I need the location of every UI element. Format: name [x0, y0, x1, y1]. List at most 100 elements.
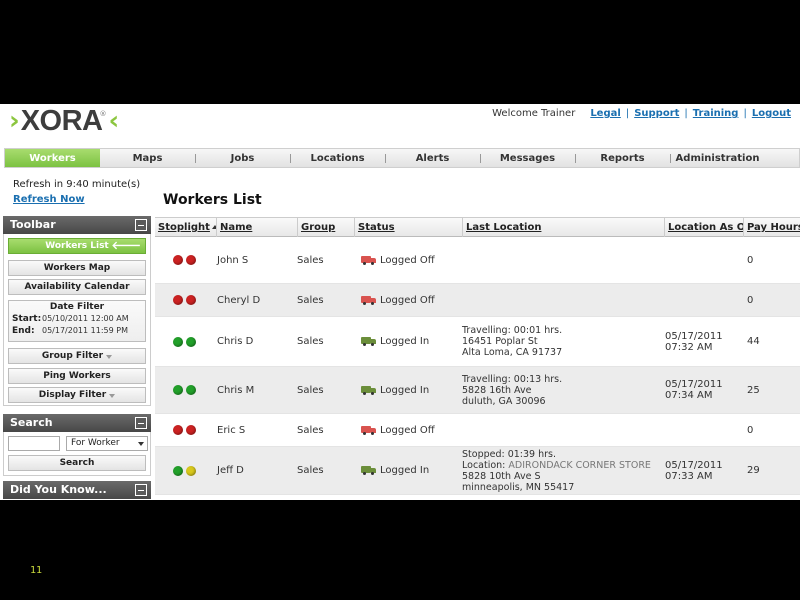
table-row[interactable]: Chris D Sales Logged In Travelling: 00:01 h…: [155, 317, 800, 367]
refresh-countdown: Refresh in 9:40 minute(s): [13, 179, 141, 190]
truck-icon: [361, 466, 376, 475]
did-you-know-title: Did You Know...: [10, 483, 107, 496]
worker-group: Sales: [297, 384, 324, 396]
slide-number: 11: [30, 565, 43, 576]
workers-map-button[interactable]: Workers Map: [8, 260, 146, 276]
ping-workers-button[interactable]: Ping Workers: [8, 368, 146, 384]
collapse-icon[interactable]: [135, 484, 147, 496]
worker-status: Logged Off: [360, 414, 435, 446]
legal-link[interactable]: Legal: [585, 108, 626, 119]
col-last-location[interactable]: Last Location: [462, 218, 664, 237]
start-value: 05/10/2011 12:00 AM: [42, 314, 129, 323]
worker-group: Sales: [297, 254, 324, 266]
worker-name: Eric S: [217, 424, 246, 436]
group-filter-button[interactable]: Group Filter: [8, 348, 146, 364]
stoplight-dot-icon: [186, 336, 196, 347]
location-as-of: 05/17/2011 07:34 AM: [665, 379, 723, 401]
worker-name: John S: [217, 254, 249, 266]
stoplight: [173, 367, 199, 413]
pay-hours: 44: [747, 336, 760, 347]
status-text: Logged Off: [380, 254, 435, 266]
workers-table-header: Stoplight Name Group Status Last Locatio…: [155, 217, 800, 237]
workers-list-label: Workers List: [45, 241, 109, 251]
col-stoplight[interactable]: Stoplight: [155, 218, 216, 237]
col-location-as-of[interactable]: Location As Of: [664, 218, 743, 237]
stoplight-dot-icon: [173, 385, 183, 395]
start-label: Start:: [12, 314, 42, 324]
availability-calendar-button[interactable]: Availability Calendar: [8, 279, 146, 295]
worker-status: Logged In: [360, 367, 429, 413]
stoplight-dot-icon: [186, 255, 196, 265]
worker-name: Cheryl D: [217, 294, 261, 306]
arrow-left-icon: 🡐: [111, 239, 142, 252]
pay-hours: 0: [747, 254, 754, 266]
date-filter-title: Date Filter: [49, 302, 105, 312]
stoplight: [173, 317, 199, 366]
tab-locations[interactable]: Locations: [290, 149, 385, 167]
training-link[interactable]: Training: [688, 108, 744, 119]
worker-group: Sales: [297, 424, 324, 436]
table-row[interactable]: John S Sales Logged Off 0: [155, 237, 800, 284]
date-filter-end: End: 05/17/2011 11:59 PM: [12, 326, 145, 336]
collapse-icon[interactable]: [135, 219, 147, 231]
stoplight-dot-icon: [186, 385, 196, 395]
table-row[interactable]: Eric S Sales Logged Off 0: [155, 414, 800, 447]
col-name[interactable]: Name: [216, 218, 297, 237]
stoplight-dot-icon: [173, 255, 183, 265]
stoplight-dot-icon: [173, 425, 183, 435]
did-you-know-panel-header: Did You Know...: [3, 481, 151, 499]
stoplight: [173, 414, 199, 446]
logout-link[interactable]: Logout: [747, 108, 796, 119]
truck-icon: [361, 255, 376, 265]
table-row[interactable]: Cheryl D Sales Logged Off 0: [155, 284, 800, 317]
end-value: 05/17/2011 11:59 PM: [42, 326, 128, 335]
dropdown-arrow-icon: [138, 442, 144, 446]
toolbar-panel-title: Toolbar: [10, 218, 56, 231]
status-text: Logged Off: [380, 424, 435, 436]
truck-icon: [361, 385, 376, 395]
logo-left-chevron-icon: ›: [9, 106, 20, 136]
caret-down-icon: [106, 354, 113, 359]
support-link[interactable]: Support: [629, 108, 684, 119]
stoplight-dot-icon: [173, 336, 183, 347]
workers-list-button[interactable]: Workers List 🡐: [8, 238, 146, 254]
stoplight-dot-icon: [186, 425, 196, 435]
pay-hours: 0: [747, 294, 754, 306]
stop-location-name: ADIRONDACK CORNER STORE: [508, 459, 651, 471]
worker-status: Logged Off: [360, 284, 435, 316]
tab-reports[interactable]: Reports: [575, 149, 670, 167]
col-pay-hours[interactable]: Pay Hours: [743, 218, 800, 237]
search-type-select[interactable]: For Worker: [66, 436, 148, 451]
table-row[interactable]: Chris M Sales Logged In Travelling: 00:13 h…: [155, 367, 800, 414]
last-location: Travelling: 00:01 hrs. 16451 Poplar St Alt…: [462, 325, 563, 358]
status-text: Logged In: [380, 384, 430, 396]
tab-messages[interactable]: Messages: [480, 149, 575, 167]
top-links: Welcome Trainer Legal | Support | Training…: [492, 108, 796, 119]
search-button[interactable]: Search: [8, 455, 146, 471]
search-input[interactable]: [8, 436, 60, 451]
worker-group: Sales: [297, 294, 324, 306]
worker-name: Chris M: [217, 384, 255, 396]
tab-jobs[interactable]: Jobs: [195, 149, 290, 167]
tab-maps[interactable]: Maps: [100, 149, 195, 167]
main-nav: Workers Maps Jobs Locations Alerts Messa…: [4, 148, 800, 168]
xora-logo: › XORA ® ‹: [9, 106, 119, 136]
display-filter-button[interactable]: Display Filter: [8, 387, 146, 403]
refresh-now-link[interactable]: Refresh Now: [13, 194, 85, 205]
status-text: Logged In: [380, 465, 430, 476]
collapse-icon[interactable]: [135, 417, 147, 429]
stoplight: [173, 284, 199, 316]
truck-icon: [361, 295, 376, 305]
tab-administration[interactable]: Administration: [670, 149, 765, 167]
stoplight: [173, 447, 199, 494]
col-group[interactable]: Group: [297, 218, 354, 237]
date-filter[interactable]: Date Filter Start: 05/10/2011 12:00 AM E…: [8, 300, 146, 342]
tab-workers[interactable]: Workers: [5, 149, 100, 167]
welcome-text: Welcome Trainer: [492, 108, 576, 119]
status-text: Logged Off: [380, 294, 435, 306]
table-row[interactable]: Jeff D Sales Logged In Stopped: 01:39 hrs. L…: [155, 447, 800, 495]
worker-status: Logged In: [360, 317, 429, 366]
logo-text: XORA: [20, 105, 103, 137]
tab-alerts[interactable]: Alerts: [385, 149, 480, 167]
col-status[interactable]: Status: [354, 218, 462, 237]
